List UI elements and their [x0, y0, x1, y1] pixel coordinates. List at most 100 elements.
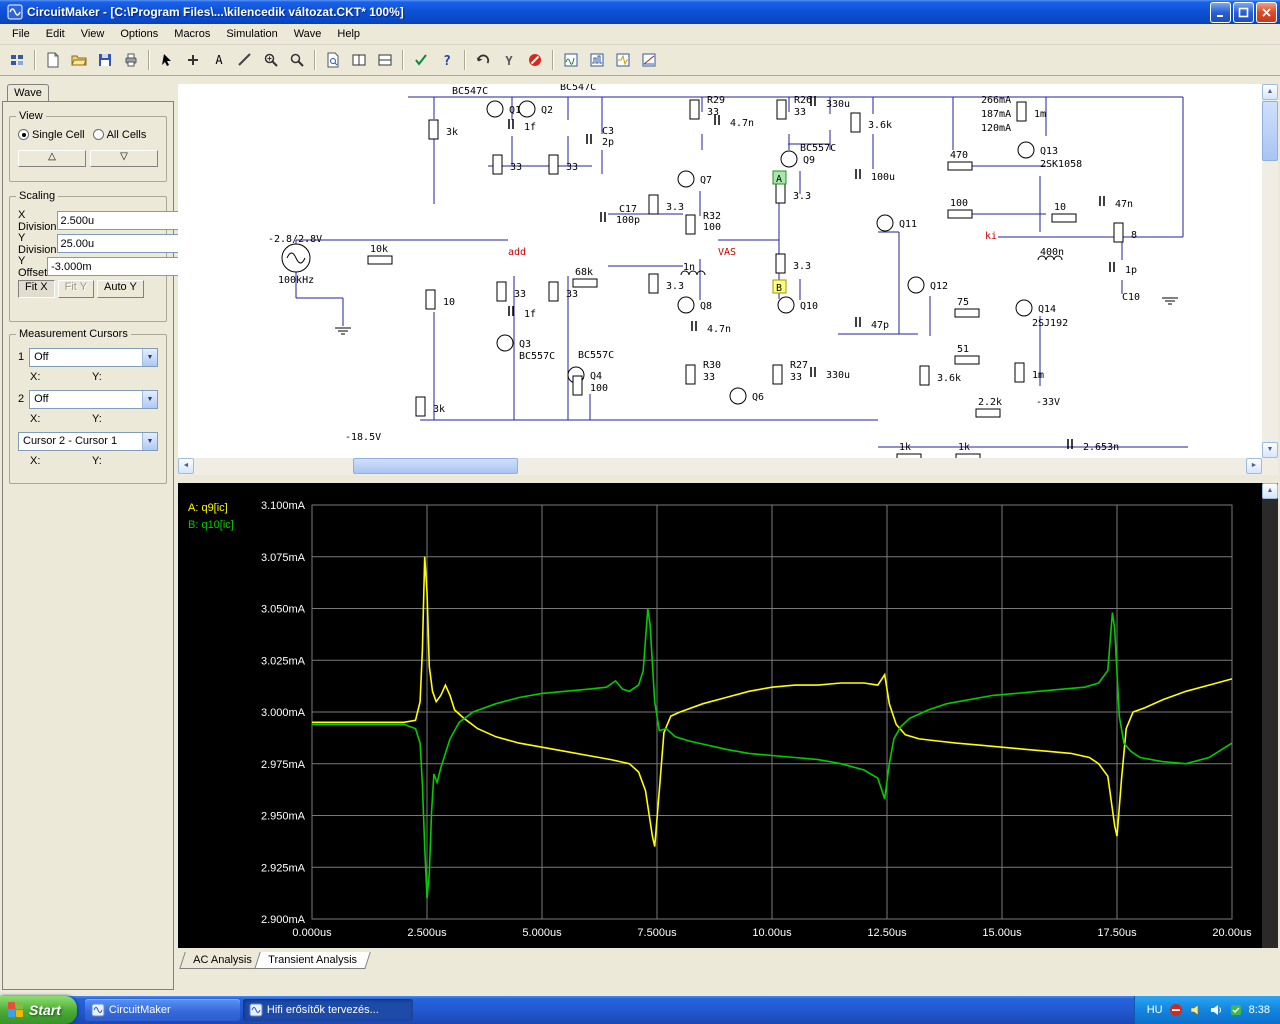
component-label[interactable]: 33: [510, 162, 522, 173]
component-label[interactable]: 2p: [602, 137, 614, 148]
component-label[interactable]: 75: [957, 297, 969, 308]
tab-ac-analysis[interactable]: AC Analysis: [179, 952, 266, 969]
split-horizontal-button[interactable]: [347, 49, 371, 72]
component-label[interactable]: 33: [703, 372, 715, 383]
component-label[interactable]: BC547C: [452, 86, 488, 97]
menu-item-simulation[interactable]: Simulation: [218, 26, 285, 42]
component-label[interactable]: 68k: [575, 267, 593, 278]
language-indicator[interactable]: HU: [1147, 1004, 1163, 1016]
save-button[interactable]: [93, 49, 117, 72]
component-label[interactable]: R30: [703, 360, 721, 371]
minimize-button[interactable]: [1210, 1, 1231, 23]
split-vertical-button[interactable]: [373, 49, 397, 72]
cursor-1-select[interactable]: Off ▼: [29, 347, 158, 367]
waveform-canvas[interactable]: 0.000us 2.500us 5.000us 7.500us 10.00us 12.50…: [178, 483, 1262, 948]
radio-all-cells[interactable]: All Cells: [92, 129, 146, 141]
signal-source-symbol[interactable]: [281, 243, 311, 273]
component-label[interactable]: Q13: [1040, 146, 1058, 157]
component-label[interactable]: 120mA: [981, 123, 1011, 134]
waveform-2-button[interactable]: [585, 49, 609, 72]
component-label[interactable]: R27: [790, 360, 808, 371]
component-label[interactable]: 47p: [871, 320, 889, 331]
scroll-up-icon[interactable]: ▲: [1262, 84, 1278, 100]
component-label[interactable]: Q10: [800, 301, 818, 312]
component-label[interactable]: 33: [514, 289, 526, 300]
tab-transient-analysis[interactable]: Transient Analysis: [253, 952, 371, 969]
auto-y-button[interactable]: Auto Y: [97, 280, 144, 298]
component-label[interactable]: 1n: [683, 262, 695, 273]
component-label[interactable]: 10: [1054, 202, 1066, 213]
zoom-tool-button[interactable]: [285, 49, 309, 72]
maximize-button[interactable]: [1233, 1, 1254, 23]
component-label[interactable]: 3.6k: [868, 120, 892, 131]
stop-simulation-button[interactable]: [523, 49, 547, 72]
search-button[interactable]: [321, 49, 345, 72]
schematic-area[interactable]: BC547C Q1 Q2 BC547C 1f 3k C3 2p 33 33 R29 33 4.7n R26…: [178, 84, 1278, 458]
horizontal-scroll-thumb[interactable]: [353, 458, 518, 474]
menu-item-help[interactable]: Help: [329, 26, 368, 42]
schematic-vertical-scrollbar[interactable]: ▲ ▼: [1262, 84, 1278, 458]
component-label[interactable]: 33: [794, 107, 806, 118]
cursor-diff-select[interactable]: Cursor 2 - Cursor 1 ▼: [18, 431, 158, 451]
waveform-4-button[interactable]: [637, 49, 661, 72]
component-label[interactable]: Q8: [700, 301, 712, 312]
reset-button[interactable]: [471, 49, 495, 72]
component-label[interactable]: 3.6k: [937, 373, 961, 384]
taskbar-item[interactable]: Hifi erősítők tervezés...: [242, 999, 413, 1021]
component-label[interactable]: 10k: [370, 244, 388, 255]
component-label[interactable]: C17: [619, 204, 637, 215]
component-label[interactable]: Q9: [803, 155, 815, 166]
help-button[interactable]: ?: [435, 49, 459, 72]
probe-button[interactable]: Y: [497, 49, 521, 72]
component-label[interactable]: 33: [790, 372, 802, 383]
component-label[interactable]: 100u: [871, 172, 895, 183]
component-label[interactable]: Q12: [930, 281, 948, 292]
cell-down-button[interactable]: ▽: [90, 150, 158, 167]
component-label[interactable]: 100p: [616, 215, 640, 226]
fit-y-button[interactable]: Fit Y: [57, 280, 95, 298]
wire-tool-button[interactable]: [233, 49, 257, 72]
component-label[interactable]: 1k: [958, 442, 970, 453]
waveform-scroll-up-icon[interactable]: ▲: [1262, 483, 1278, 499]
print-button[interactable]: [119, 49, 143, 72]
menu-item-options[interactable]: Options: [112, 26, 166, 42]
component-label[interactable]: ki: [985, 231, 997, 242]
component-label[interactable]: -18.5V: [345, 432, 381, 443]
tray-green-icon[interactable]: [1229, 1003, 1243, 1017]
component-label[interactable]: R26: [794, 95, 812, 106]
component-label[interactable]: 330u: [826, 370, 850, 381]
component-label[interactable]: VAS: [718, 247, 736, 258]
component-label[interactable]: Q4: [590, 371, 602, 382]
fit-x-button[interactable]: Fit X: [18, 280, 55, 298]
tab-wave[interactable]: Wave: [7, 84, 49, 102]
waveform-scrollbar[interactable]: ▲: [1262, 483, 1278, 948]
component-label[interactable]: Q14: [1038, 304, 1056, 315]
component-label[interactable]: 2.653n: [1083, 442, 1119, 453]
component-label[interactable]: 2SK1058: [1040, 159, 1082, 170]
cursor-1-dropdown-icon[interactable]: ▼: [142, 348, 157, 366]
component-label[interactable]: 2.2k: [978, 397, 1002, 408]
component-label[interactable]: 1p: [1125, 265, 1137, 276]
component-label[interactable]: 10: [443, 297, 455, 308]
radio-dot-all-cells[interactable]: [92, 129, 104, 140]
menu-item-macros[interactable]: Macros: [166, 26, 218, 42]
cursor-2-dropdown-icon[interactable]: ▼: [142, 390, 157, 408]
zoom-in-button[interactable]: [259, 49, 283, 72]
component-label[interactable]: 3k: [433, 404, 445, 415]
component-label[interactable]: 3.3: [793, 261, 811, 272]
menu-item-view[interactable]: View: [73, 26, 113, 42]
schematic-horizontal-scrollbar[interactable]: ◄ ►: [178, 458, 1278, 475]
component-label[interactable]: 100: [950, 198, 968, 209]
component-label[interactable]: 33: [566, 289, 578, 300]
component-label[interactable]: 3.3: [666, 281, 684, 292]
menu-item-wave[interactable]: Wave: [286, 26, 330, 42]
scroll-left-icon[interactable]: ◄: [178, 458, 194, 474]
menu-item-file[interactable]: File: [4, 26, 38, 42]
component-label[interactable]: Q1: [509, 105, 521, 116]
component-label[interactable]: 187mA: [981, 109, 1011, 120]
component-label[interactable]: 1m: [1034, 109, 1046, 120]
component-label[interactable]: 100: [590, 383, 608, 394]
component-label[interactable]: 33: [707, 107, 719, 118]
cell-up-button[interactable]: △: [18, 150, 86, 167]
component-label[interactable]: Q6: [752, 392, 764, 403]
